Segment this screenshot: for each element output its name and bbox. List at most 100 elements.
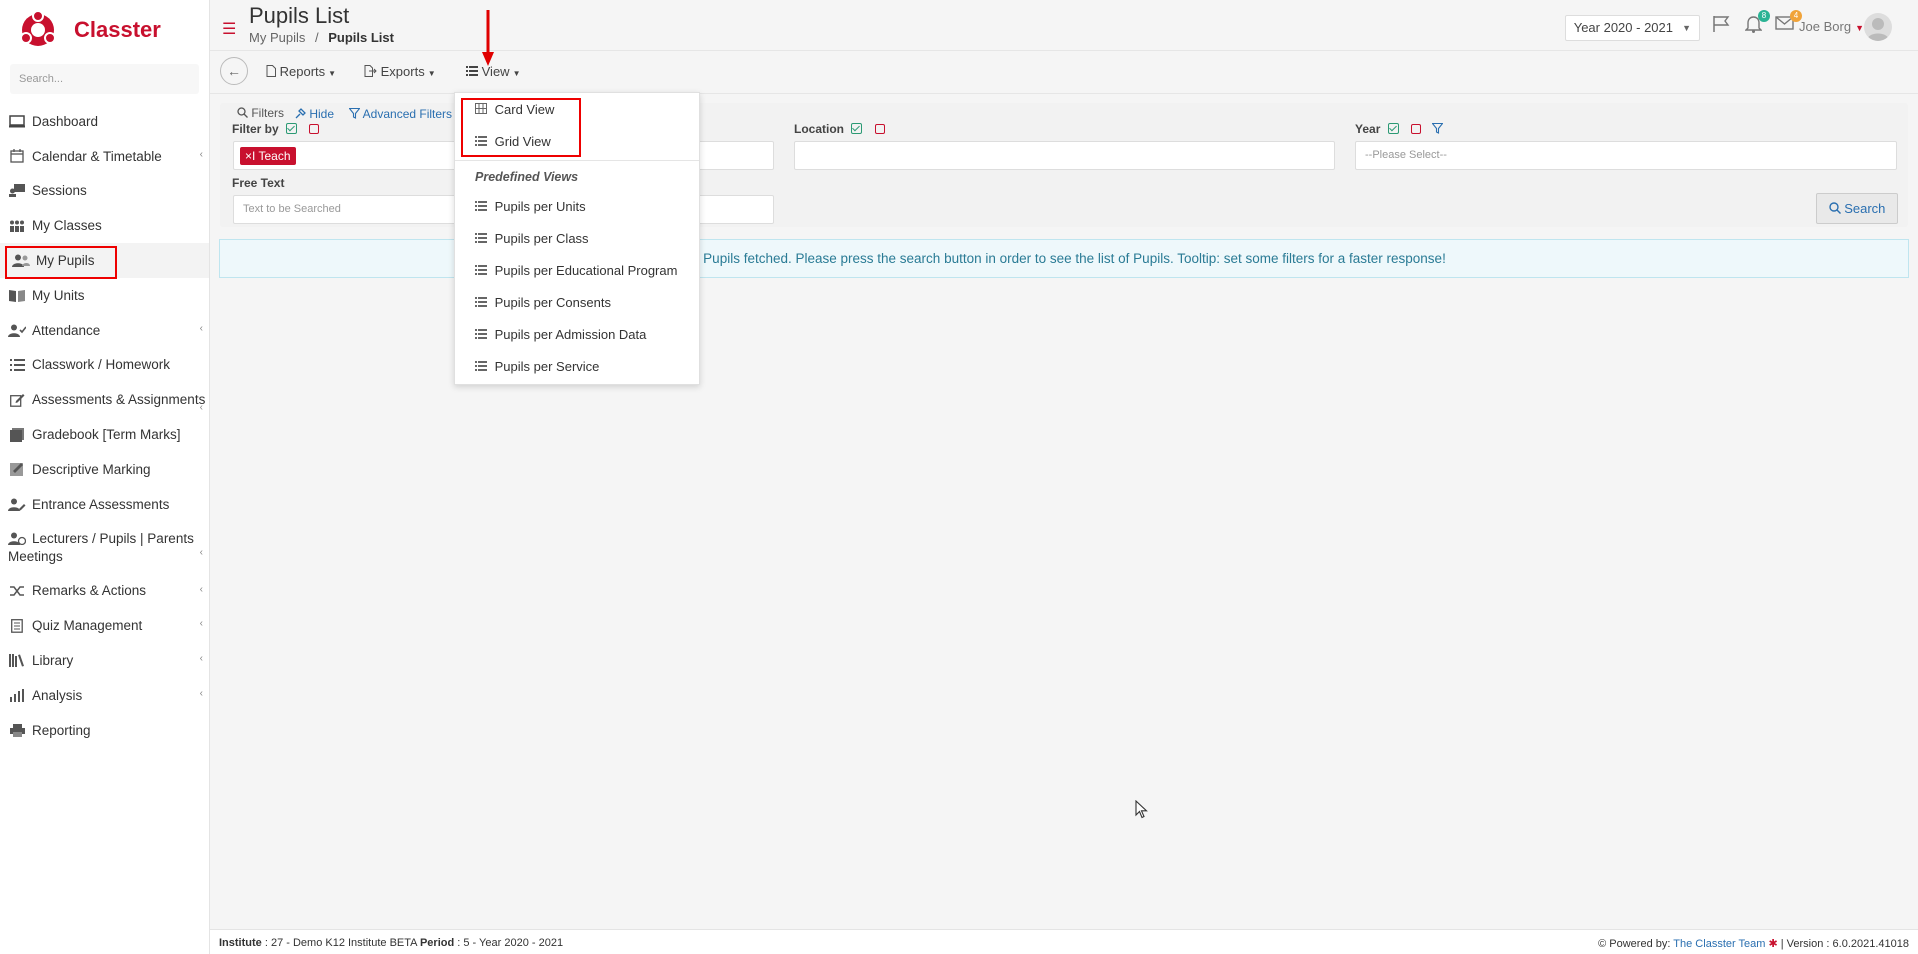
sidebar-item-parents-meetings[interactable]: Lecturers / Pupils | Parents Meetings ‹	[0, 522, 209, 574]
year-filter-select[interactable]: --Please Select--	[1355, 141, 1897, 170]
second-filter-input[interactable]	[690, 141, 774, 170]
sidebar-item-entrance-assessments[interactable]: Entrance Assessments	[0, 487, 209, 522]
printer-icon	[8, 723, 26, 737]
sidebar-item-label: Reporting	[32, 722, 91, 738]
user-name: Joe Borg	[1799, 19, 1852, 34]
advanced-filters-link[interactable]: Advanced Filters	[348, 107, 452, 121]
user-edit-icon	[8, 497, 26, 511]
file-export-icon	[364, 64, 381, 79]
sidebar-item-label: Attendance	[32, 322, 101, 338]
sidebar-item-assessments[interactable]: Assessments & Assignments ‹	[0, 382, 209, 417]
sidebar-search-input[interactable]: Search...	[10, 64, 199, 94]
book-icon	[8, 288, 26, 302]
chevron-left-icon: ‹	[199, 402, 203, 414]
sidebar-item-label: Classwork / Homework	[32, 357, 171, 373]
caret-down-icon: ▼	[427, 69, 436, 78]
funnel-icon[interactable]	[1431, 122, 1445, 136]
search-button-label: Search	[1844, 201, 1886, 216]
caret-down-icon: ▼	[328, 69, 337, 78]
sidebar-item-my-classes[interactable]: My Classes	[0, 208, 209, 243]
sidebar-item-label: Sessions	[32, 183, 87, 199]
exports-label: Exports	[380, 64, 425, 79]
reports-button[interactable]: Reports ▼	[266, 64, 336, 79]
sidebar-item-analysis[interactable]: Analysis ‹	[0, 678, 209, 713]
user-menu[interactable]: Joe Borg ▼	[1799, 19, 1864, 34]
classter-logo-small-icon: ✱	[1768, 938, 1778, 950]
envelope-icon[interactable]: 4	[1775, 10, 1802, 36]
chevron-left-icon: ‹	[199, 653, 203, 665]
footer-institute-info: Institute : 27 - Demo K12 Institute BETA…	[219, 937, 563, 949]
sidebar-item-library[interactable]: Library ‹	[0, 643, 209, 678]
clear-all-icon[interactable]	[874, 124, 885, 134]
page-title: Pupils List	[249, 3, 350, 28]
clear-all-icon[interactable]	[1411, 124, 1422, 134]
year-label: Year	[1355, 122, 1445, 136]
logo[interactable]: Classter	[0, 0, 209, 60]
sidebar-item-label: My Units	[32, 287, 85, 303]
i-teach-tag-label: I Teach	[252, 149, 291, 163]
sidebar-item-quiz[interactable]: Quiz Management ‹	[0, 608, 209, 643]
classter-small-icon: ©	[1598, 938, 1607, 950]
remove-tag-icon[interactable]: ×	[245, 149, 252, 163]
breadcrumb-separator: /	[314, 30, 319, 45]
sidebar-item-label: Assessments & Assignments	[32, 392, 206, 408]
bell-icon[interactable]: 8	[1744, 10, 1770, 38]
free-text-input-continued[interactable]	[690, 195, 774, 224]
chart-icon	[8, 688, 26, 702]
classter-logo-icon	[18, 10, 58, 50]
sidebar-item-remarks[interactable]: Remarks & Actions ‹	[0, 574, 209, 609]
sidebar-item-calendar[interactable]: Calendar & Timetable ‹	[0, 139, 209, 174]
menu-item-label: Pupils per Class	[494, 231, 589, 246]
list-icon	[475, 361, 488, 374]
filters-toggle[interactable]: Filters	[237, 106, 284, 120]
menu-item-pupils-per-class[interactable]: Pupils per Class	[475, 231, 589, 246]
classter-team-link[interactable]: The Classter Team	[1673, 938, 1765, 950]
back-button[interactable]: ←	[220, 57, 248, 85]
chevron-left-icon: ‹	[199, 583, 203, 595]
select-all-check-icon[interactable]	[1387, 123, 1399, 134]
location-label: Location	[794, 122, 885, 136]
quiz-icon	[8, 618, 26, 633]
classes-icon	[8, 219, 26, 233]
search-button[interactable]: Search	[1816, 193, 1898, 224]
sidebar-item-attendance[interactable]: Attendance ‹	[0, 313, 209, 348]
view-button[interactable]: View ▼	[466, 64, 521, 79]
avatar[interactable]	[1864, 13, 1892, 41]
menu-item-label: Pupils per Units	[494, 199, 586, 214]
sidebar-item-label: Quiz Management	[32, 618, 143, 634]
sidebar-item-classwork[interactable]: Classwork / Homework	[0, 348, 209, 383]
institute-value: : 27 - Demo K12 Institute BETA	[264, 937, 417, 949]
select-all-check-icon[interactable]	[286, 123, 298, 134]
select-all-check-icon[interactable]	[851, 123, 863, 134]
i-teach-tag[interactable]: ×I Teach	[240, 147, 296, 165]
free-text-label: Free Text	[232, 176, 285, 190]
sidebar-item-sessions[interactable]: Sessions	[0, 174, 209, 209]
list-icon	[8, 358, 26, 372]
menu-item-pupils-per-consents[interactable]: Pupils per Consents	[475, 295, 611, 310]
sidebar-item-gradebook[interactable]: Gradebook [Term Marks]	[0, 417, 209, 452]
menu-item-pupils-per-educational-program[interactable]: Pupils per Educational Program	[475, 263, 677, 278]
breadcrumb-my-pupils[interactable]: My Pupils	[249, 30, 305, 45]
sidebar-item-label: Gradebook [Term Marks]	[32, 427, 181, 443]
location-input[interactable]	[794, 141, 1335, 170]
library-icon	[8, 654, 26, 668]
flag-icon[interactable]	[1712, 15, 1730, 38]
exports-button[interactable]: Exports ▼	[364, 64, 436, 79]
powered-by-label: Powered by:	[1609, 938, 1671, 950]
year-select[interactable]: Year 2020 - 2021 ▼	[1564, 15, 1700, 41]
hide-filters-link[interactable]: Hide	[295, 107, 334, 121]
menu-item-pupils-per-units[interactable]: Pupils per Units	[475, 199, 586, 214]
sidebar-item-reporting[interactable]: Reporting	[0, 713, 209, 748]
menu-item-pupils-per-admission-data[interactable]: Pupils per Admission Data	[475, 327, 646, 342]
sidebar-item-descriptive-marking[interactable]: Descriptive Marking	[0, 452, 209, 487]
clear-all-icon[interactable]	[309, 124, 320, 134]
menu-item-pupils-per-service[interactable]: Pupils per Service	[475, 359, 599, 374]
sidebar-item-label-text: Lecturers / Pupils | Parents Meetings	[8, 530, 194, 564]
sidebar-item-my-units[interactable]: My Units	[0, 278, 209, 313]
sidebar-item-label: Descriptive Marking	[32, 461, 151, 477]
free-text-input[interactable]: Text to be Searched	[233, 195, 459, 224]
sidebar-item-dashboard[interactable]: Dashboard	[0, 104, 209, 139]
menu-toggle-icon[interactable]: ☰	[222, 19, 236, 39]
top-header: ☰ Pupils List My Pupils / Pupils List Ye…	[210, 0, 1918, 51]
footer-powered-by: © Powered by: The Classter Team ✱ | Vers…	[1598, 937, 1909, 950]
